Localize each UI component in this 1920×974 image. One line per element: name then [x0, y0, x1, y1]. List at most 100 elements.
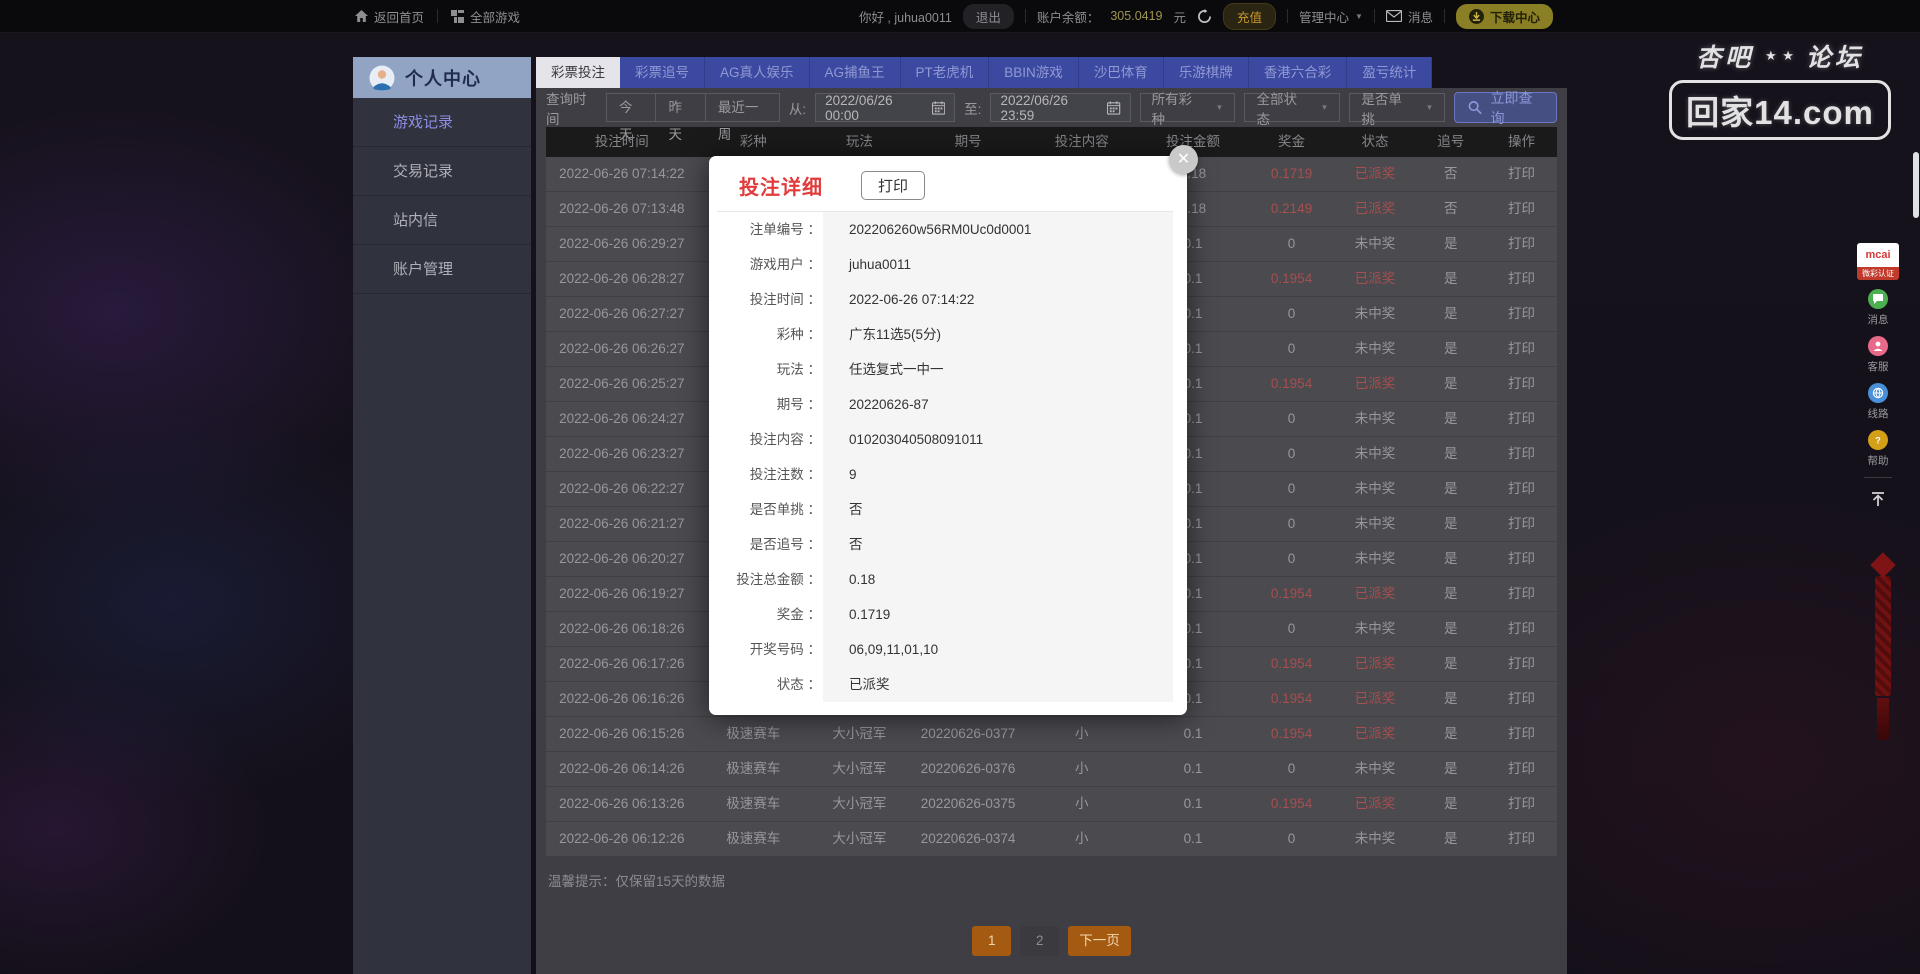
tab-9[interactable]: 香港六合彩 [1248, 57, 1348, 88]
rail-item-4[interactable]: ? 帮助 [1868, 430, 1889, 468]
modal-field-value: 20220626-87 [823, 387, 1173, 422]
print-link[interactable]: 打印 [1486, 822, 1557, 856]
all-games-label: 全部游戏 [470, 10, 521, 25]
logout-button[interactable]: 退出 [962, 3, 1014, 29]
print-link[interactable]: 打印 [1486, 542, 1557, 576]
sidebar-item-3[interactable]: 站内信 [353, 196, 531, 245]
tab-7[interactable]: 沙巴体育 [1078, 57, 1164, 88]
modal-field-value: 202206260w56RM0Uc0d0001 [823, 212, 1173, 247]
cell-prize: 0.1954 [1270, 376, 1313, 391]
print-link[interactable]: 打印 [1486, 577, 1557, 611]
sidebar-menu: 游戏记录 交易记录 站内信 账户管理 [353, 98, 531, 294]
cell-prize: 0.1954 [1270, 726, 1313, 741]
tab-8[interactable]: 乐游棋牌 [1163, 57, 1249, 88]
home-link[interactable]: 返回首页 [355, 7, 424, 26]
print-link[interactable]: 打印 [1486, 332, 1557, 366]
modal-field-value: 06,09,11,01,10 [823, 632, 1173, 667]
certification-badge[interactable]: mcai 微彩认证 [1857, 243, 1899, 280]
cell-chase: 是 [1444, 656, 1458, 671]
download-center-button[interactable]: 下载中心 [1455, 3, 1553, 29]
print-link[interactable]: 打印 [1486, 192, 1557, 226]
cell-time: 2022-06-26 06:15:26 [559, 726, 685, 741]
admin-center-menu[interactable]: 管理中心 ▼ [1299, 7, 1363, 26]
tab-3[interactable]: AG真人娱乐 [705, 57, 810, 88]
date-from-value: 2022/06/26 00:00 [825, 92, 893, 123]
print-link[interactable]: 打印 [1486, 472, 1557, 506]
sidebar-item-2[interactable]: 交易记录 [353, 147, 531, 196]
print-link[interactable]: 打印 [1486, 297, 1557, 331]
print-link[interactable]: 打印 [1486, 647, 1557, 681]
next-page-button[interactable]: 下一页 [1068, 926, 1131, 956]
calendar-icon [932, 100, 946, 115]
messages-link[interactable]: 消息 [1385, 7, 1433, 26]
certification-label: 微彩认证 [1857, 267, 1899, 280]
print-link[interactable]: 打印 [1486, 787, 1557, 821]
close-icon[interactable]: ✕ [1169, 145, 1198, 174]
cell-time: 2022-06-26 06:21:27 [559, 516, 685, 531]
cell-content: 小 [1075, 831, 1089, 846]
rail-item-label: 客服 [1867, 361, 1889, 373]
cell-status: 未中奖 [1354, 481, 1396, 496]
back-to-top-button[interactable] [1864, 487, 1892, 511]
filter-select-1[interactable]: 所有彩种 ▼ [1139, 92, 1236, 127]
all-games-link[interactable]: 全部游戏 [451, 7, 520, 26]
cell-time: 2022-06-26 06:12:26 [559, 831, 685, 846]
home-label: 返回首页 [374, 10, 425, 25]
sidebar-item-4[interactable]: 账户管理 [353, 245, 531, 294]
admin-center-label: 管理中心 [1299, 10, 1350, 25]
calendar-icon [1107, 100, 1121, 115]
quick-date-button-1[interactable]: 今天 [606, 93, 657, 142]
print-link[interactable]: 打印 [1486, 157, 1557, 191]
cell-chase: 是 [1444, 341, 1458, 356]
greeting-text: 你好 , juhua0011 [858, 10, 952, 25]
rail-item-2[interactable]: 客服 [1868, 336, 1889, 374]
tab-10[interactable]: 盈亏统计 [1347, 57, 1433, 88]
modal-field-row: 是否追号 ：否 [717, 527, 1173, 562]
date-to-input[interactable]: 2022/06/26 23:59 [990, 93, 1131, 123]
cell-chase: 是 [1444, 621, 1458, 636]
recharge-button[interactable]: 充值 [1223, 2, 1277, 30]
page-button-1[interactable]: 1 [972, 926, 1012, 956]
sidebar-item-1[interactable]: 游戏记录 [353, 98, 531, 147]
search-button[interactable]: 立即查询 [1454, 90, 1557, 126]
cell-prize: 0.1954 [1270, 656, 1313, 671]
divider [1024, 9, 1026, 23]
date-from-input[interactable]: 2022/06/26 00:00 [815, 92, 956, 123]
arrow-to-top-icon [1872, 492, 1884, 506]
filter-select-2[interactable]: 全部状态 ▼ [1244, 92, 1341, 127]
print-link[interactable]: 打印 [1486, 437, 1557, 471]
rail-item-label: 线路 [1867, 408, 1889, 420]
tab-2[interactable]: 彩票追号 [620, 57, 705, 88]
floating-side-rail: mcai 微彩认证 消息客服线路 ? 帮助 [1855, 243, 1901, 511]
cell-status: 已派奖 [1354, 656, 1396, 671]
modal-field-row: 投注总金额 ： 0.18 [717, 562, 1173, 597]
rail-item-1[interactable]: 消息 [1868, 289, 1889, 327]
rail-item-3[interactable]: 线路 [1868, 383, 1889, 421]
quick-date-button-2[interactable]: 昨天 [656, 93, 706, 142]
print-link[interactable]: 打印 [1486, 507, 1557, 541]
print-link[interactable]: 打印 [1486, 262, 1557, 296]
cell-chase: 是 [1444, 306, 1458, 321]
print-link[interactable]: 打印 [1486, 752, 1557, 786]
print-link[interactable]: 打印 [1486, 367, 1557, 401]
print-button[interactable]: 打印 [861, 171, 926, 200]
tab-1[interactable]: 彩票投注 [536, 57, 620, 88]
page-button-2[interactable]: 2 [1020, 926, 1060, 956]
print-link[interactable]: 打印 [1486, 402, 1557, 436]
refresh-icon[interactable] [1197, 8, 1212, 24]
cell-status: 已派奖 [1354, 691, 1396, 706]
tab-4[interactable]: AG捕鱼王 [809, 57, 901, 88]
tab-6[interactable]: BBIN游戏 [989, 57, 1079, 88]
print-link[interactable]: 打印 [1486, 227, 1557, 261]
print-link[interactable]: 打印 [1486, 612, 1557, 646]
print-link[interactable]: 打印 [1486, 717, 1557, 751]
scrollbar-thumb[interactable] [1913, 152, 1919, 218]
tab-5[interactable]: PT老虎机 [900, 57, 990, 88]
quick-date-button-3[interactable]: 最近一周 [705, 93, 780, 142]
filter-select-3[interactable]: 是否单挑 ▼ [1349, 92, 1446, 127]
query-time-label: 查询时间 [546, 91, 587, 127]
messages-label: 消息 [1407, 10, 1433, 25]
print-link[interactable]: 打印 [1486, 682, 1557, 716]
cell-play: 大小冠军 [832, 796, 887, 811]
cell-chase: 是 [1444, 586, 1458, 601]
